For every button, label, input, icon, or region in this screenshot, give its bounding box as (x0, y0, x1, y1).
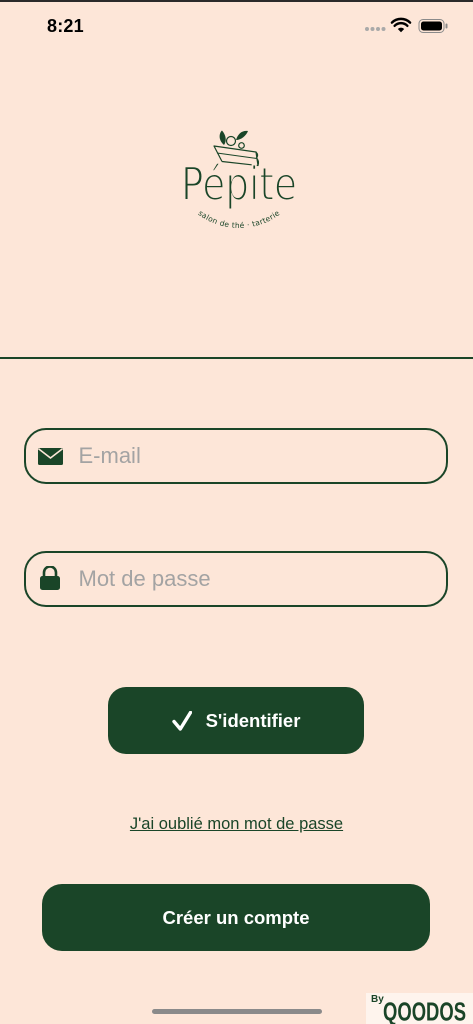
lock-icon (39, 565, 60, 590)
email-field[interactable] (24, 428, 448, 484)
cellular-signal-icon (365, 27, 386, 31)
password-field[interactable] (24, 551, 448, 607)
forgot-password-link[interactable]: J'ai oublié mon mot de passe (0, 814, 473, 834)
brand-tagline-text: salon de thé · tarterie (197, 208, 282, 230)
brand-tagline: salon de thé · tarterie (197, 208, 282, 230)
brand-logo: Pépite salon de thé · tarterie (180, 130, 298, 230)
brand-name: Pépite (181, 157, 297, 211)
footer-brand-logo: By QOODOS (366, 993, 473, 1024)
footer-brand-wordmark: QOODOS (383, 999, 466, 1024)
login-button-label: S'identifier (205, 709, 301, 731)
login-button[interactable]: S'identifier (108, 687, 364, 754)
create-account-label: Créer un compte (162, 906, 310, 928)
wifi-icon (390, 17, 412, 33)
battery-icon (418, 19, 448, 33)
home-indicator[interactable] (152, 1009, 322, 1014)
header-divider (0, 357, 473, 359)
status-time: 8:21 (47, 16, 84, 36)
footer-brand-by: By (371, 994, 384, 1005)
create-account-button[interactable]: Créer un compte (42, 884, 430, 951)
top-edge-line (0, 0, 473, 2)
status-icons (365, 17, 448, 33)
checkmark-icon (171, 710, 192, 731)
footer-brand-name: QOODOS (383, 999, 466, 1024)
email-input[interactable] (78, 430, 434, 481)
password-input[interactable] (78, 553, 434, 604)
envelope-icon (37, 447, 63, 465)
